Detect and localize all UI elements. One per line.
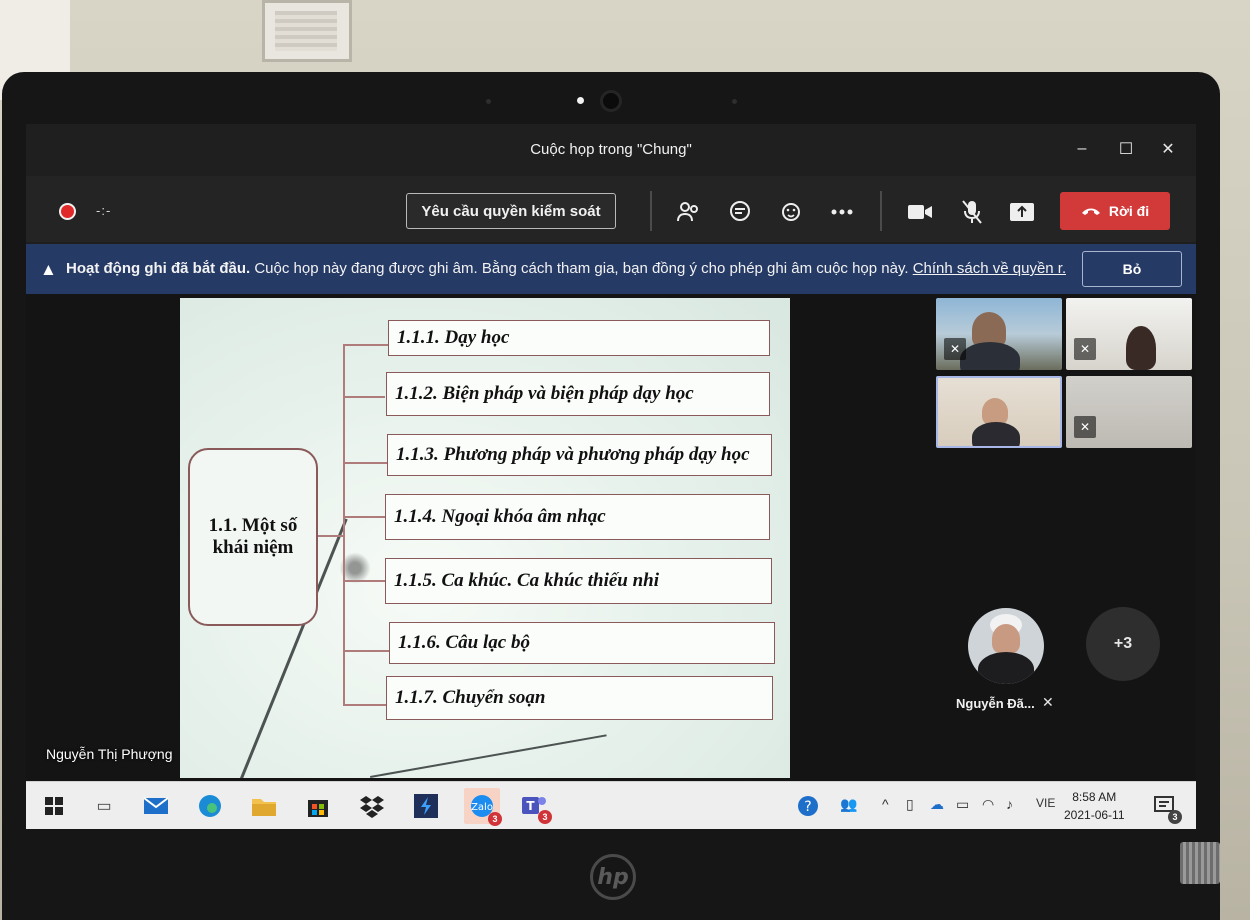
- minimize-button[interactable]: –: [1070, 137, 1094, 161]
- task-view-icon[interactable]: ▭: [88, 790, 120, 822]
- toolbar-divider: [650, 191, 652, 231]
- participant-tile-active[interactable]: [936, 376, 1062, 448]
- concept-item: 1.1.1. Dạy học: [388, 320, 770, 356]
- laptop-sticker: [1180, 842, 1220, 884]
- store-icon[interactable]: [302, 790, 334, 822]
- toolbar-divider: [880, 191, 882, 231]
- concept-item: 1.1.3. Phương pháp và phương pháp dạy họ…: [387, 434, 772, 476]
- more-participants-button[interactable]: +3: [1086, 607, 1160, 681]
- device-icon[interactable]: ▯: [906, 796, 914, 813]
- close-button[interactable]: ✕: [1156, 137, 1180, 161]
- meeting-toolbar: -:- Yêu cầu quyền kiểm soát Rời đi: [26, 176, 1196, 242]
- banner-text: Hoạt động ghi đã bắt đầu. Cuộc họp này đ…: [66, 260, 1066, 277]
- dismiss-button[interactable]: Bỏ: [1082, 251, 1182, 287]
- notification-count-badge: 3: [1168, 810, 1182, 824]
- recording-indicator-icon: [59, 203, 76, 220]
- chat-icon[interactable]: [724, 196, 756, 228]
- svg-text:?: ?: [804, 799, 811, 815]
- meeting-timer: -:-: [96, 203, 112, 218]
- teams-notification-badge: 3: [538, 810, 552, 824]
- shared-slide: 1.1. Một số khái niệm 1.1.1. Dạy học 1.1…: [180, 298, 790, 778]
- muted-microphone-icon: ✕: [1074, 338, 1096, 360]
- language-indicator[interactable]: VIE: [1036, 796, 1055, 810]
- clock-time: 8:58 AM: [1072, 790, 1117, 804]
- muted-microphone-icon: ✕: [1074, 416, 1096, 438]
- chevron-up-icon[interactable]: ^: [882, 796, 889, 812]
- warning-icon: ▲: [40, 260, 57, 279]
- camera-icon[interactable]: [904, 196, 936, 228]
- participant-tile[interactable]: ✕: [1066, 376, 1192, 448]
- wifi-icon[interactable]: ◠: [982, 796, 994, 813]
- camera-led: [577, 97, 584, 104]
- more-options-icon[interactable]: [826, 196, 858, 228]
- participants-icon[interactable]: [672, 196, 704, 228]
- title-bar: Cuộc họp trong "Chung" – ☐ ✕: [26, 124, 1196, 176]
- onedrive-icon[interactable]: ☁: [930, 796, 944, 813]
- leave-label: Rời đi: [1108, 203, 1150, 219]
- concept-item: 1.1.5. Ca khúc. Ca khúc thiếu nhi: [385, 558, 772, 604]
- dropbox-icon[interactable]: [356, 790, 388, 822]
- svg-text:T: T: [526, 799, 535, 813]
- banner-title: Hoạt động ghi đã bắt đầu.: [66, 260, 251, 277]
- file-explorer-icon[interactable]: [248, 790, 280, 822]
- zalo-notification-badge: 3: [488, 812, 502, 826]
- mail-icon[interactable]: [140, 790, 172, 822]
- reactions-icon[interactable]: [776, 196, 808, 228]
- avatar[interactable]: [968, 608, 1044, 684]
- maximize-button[interactable]: ☐: [1114, 137, 1138, 161]
- help-icon[interactable]: ?: [792, 790, 824, 822]
- app-shortcut-icon[interactable]: [410, 790, 442, 822]
- concept-item: 1.1.4. Ngoại khóa âm nhạc: [385, 494, 770, 540]
- webcam: [600, 90, 622, 112]
- banner-message: Cuộc họp này đang được ghi âm. Bằng cách…: [254, 260, 909, 277]
- privacy-policy-link[interactable]: Chính sách về quyền r...: [913, 260, 1066, 277]
- clock-date: 2021-06-11: [1064, 808, 1125, 822]
- system-clock[interactable]: 8:58 AM 2021-06-11: [1064, 788, 1125, 824]
- main-concept-box: 1.1. Một số khái niệm: [188, 448, 318, 626]
- people-icon[interactable]: 👥: [840, 796, 857, 813]
- battery-icon[interactable]: ▭: [956, 796, 969, 813]
- concept-item: 1.1.2. Biện pháp và biện pháp dạy học: [386, 372, 770, 416]
- window-title: Cuộc họp trong "Chung": [530, 141, 692, 158]
- windows-taskbar: ▭ Zalo 3 T 3 ? 👥 ^ ▯ ☁ ▭ ◠ ♪ VIE 8:58 AM…: [26, 781, 1196, 829]
- teams-window: Cuộc họp trong "Chung" – ☐ ✕ -:- Yêu cầu…: [26, 124, 1196, 829]
- meeting-stage: 1.1. Một số khái niệm 1.1.1. Dạy học 1.1…: [26, 294, 1196, 781]
- teams-icon[interactable]: T 3: [518, 790, 552, 824]
- hp-logo: hp: [590, 854, 636, 900]
- leave-button[interactable]: Rời đi: [1060, 192, 1170, 230]
- participant-name-label: Nguyễn Đã...: [956, 696, 1035, 711]
- edge-browser-icon[interactable]: [194, 790, 226, 822]
- windows-start-icon[interactable]: [38, 790, 70, 822]
- participant-tile[interactable]: ✕: [1066, 298, 1192, 370]
- notification-center-icon[interactable]: 3: [1148, 790, 1182, 824]
- phone-hangup-icon: [1081, 208, 1100, 215]
- svg-text:Zalo: Zalo: [471, 802, 493, 813]
- request-control-button[interactable]: Yêu cầu quyền kiểm soát: [406, 193, 616, 229]
- microphone-muted-icon[interactable]: [956, 196, 988, 228]
- laptop-bezel: Cuộc họp trong "Chung" – ☐ ✕ -:- Yêu cầu…: [2, 72, 1220, 920]
- share-screen-icon[interactable]: [1006, 196, 1038, 228]
- wall-frame: [262, 0, 352, 62]
- bracket-connector: [318, 535, 344, 537]
- muted-microphone-icon: ✕: [944, 338, 966, 360]
- volume-icon[interactable]: ♪: [1006, 796, 1013, 812]
- presenter-name-label: Nguyễn Thị Phượng: [46, 746, 173, 762]
- zalo-icon[interactable]: Zalo 3: [464, 788, 502, 826]
- muted-microphone-icon: ✕: [1042, 694, 1054, 710]
- recording-notice-banner: ▲ Hoạt động ghi đã bắt đầu. Cuộc họp này…: [26, 244, 1196, 294]
- concept-item: 1.1.6. Câu lạc bộ: [389, 622, 775, 664]
- concept-item: 1.1.7. Chuyển soạn: [386, 676, 773, 720]
- participant-tile[interactable]: ✕: [936, 298, 1062, 370]
